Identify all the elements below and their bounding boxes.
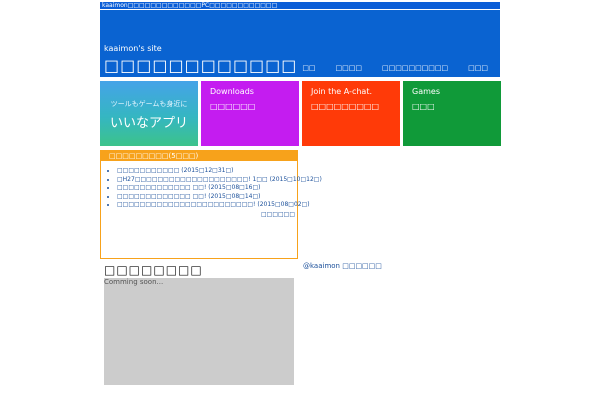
- tile-downloads-title: Downloads: [210, 87, 254, 96]
- tile-games[interactable]: Games □□□: [403, 81, 501, 146]
- news-more-link[interactable]: □□□□□□: [261, 211, 295, 218]
- section-title: □□□□□□□□: [104, 263, 203, 277]
- news-header: □□□□□□□□□(5□□□): [101, 151, 297, 161]
- site-name[interactable]: kaaimon's site: [104, 44, 162, 53]
- nav-item-4[interactable]: □□□: [468, 64, 488, 72]
- news-item[interactable]: □H27□□□□□□□□□□□□□□□□□□□□! 1□□ (2015□10□1…: [117, 176, 322, 185]
- placeholder-box: [104, 278, 294, 385]
- tile-games-title: Games: [412, 87, 440, 96]
- tile-join-subtitle: □□□□□□□□□: [311, 102, 380, 111]
- nav-item-home[interactable]: □□: [302, 64, 315, 72]
- tile-downloads[interactable]: Downloads □□□□□□: [201, 81, 299, 146]
- main-nav: □□ □□□□ □□□□□□□□□□ □□□: [302, 64, 488, 72]
- nav-item-2[interactable]: □□□□: [336, 64, 362, 72]
- news-panel: □□□□□□□□□(5□□□) □□□□□□□□□□□ (2015□12□31□…: [100, 150, 322, 259]
- nav-item-3[interactable]: □□□□□□□□□□: [382, 64, 448, 72]
- tile-apps-title: いいなアプリ: [109, 116, 188, 131]
- top-info-bar: kaaimon□□□□□□□□□□□□□PC□□□□□□□□□□□□: [100, 2, 500, 9]
- news-item[interactable]: □□□□□□□□□□□ (2015□12□31□): [117, 167, 297, 176]
- site-title[interactable]: □□□□□□□□□□□□: [104, 56, 297, 75]
- tile-games-subtitle: □□□: [412, 102, 435, 111]
- twitter-link[interactable]: @kaaimon □□□□□□: [303, 262, 382, 270]
- tile-downloads-subtitle: □□□□□□: [210, 102, 256, 111]
- news-list: □□□□□□□□□□□ (2015□12□31□) □H27□□□□□□□□□□…: [101, 167, 322, 210]
- news-item[interactable]: □□□□□□□□□□□□□ □□! (2015□08□14□): [117, 193, 297, 202]
- site-header: kaaimon's site □□□□□□□□□□□□ □□ □□□□ □□□□…: [100, 10, 500, 77]
- tile-apps[interactable]: ツールもゲームも身近に いいなアプリ: [100, 81, 198, 146]
- coming-soon-text: Comming soon...: [104, 278, 164, 286]
- news-item[interactable]: □□□□□□□□□□□□□ □□! (2015□08□16□): [117, 184, 297, 193]
- tile-apps-subtitle: ツールもゲームも身近に: [110, 100, 188, 108]
- top-info-text: kaaimon□□□□□□□□□□□□□PC□□□□□□□□□□□□: [102, 2, 278, 9]
- news-item[interactable]: □□□□□□□□□□□□□□□□□□□□□□□□! (2015□08□02□): [117, 201, 310, 210]
- tile-join-chat[interactable]: Join the A-chat. □□□□□□□□□: [302, 81, 400, 146]
- tile-join-title: Join the A-chat.: [311, 87, 372, 96]
